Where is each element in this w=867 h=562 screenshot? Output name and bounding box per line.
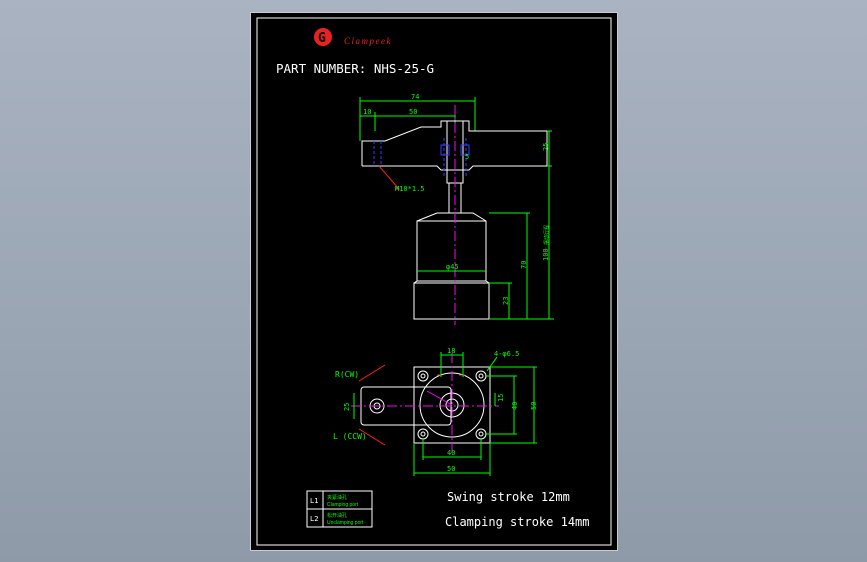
drawing-sheet: G Clampeek PART NUMBER: NHS-25-G 74 10 5… bbox=[250, 12, 618, 551]
dim-dia45: φ45 bbox=[446, 263, 459, 271]
dim-40-horizontal: 40 bbox=[447, 449, 455, 457]
dim-50: 50 bbox=[409, 108, 417, 116]
logo-mark: G bbox=[318, 31, 326, 46]
dim-18: 18 bbox=[447, 347, 455, 355]
dim-23: 23 bbox=[502, 297, 510, 305]
drawing-canvas: G Clampeek PART NUMBER: NHS-25-G 74 10 5… bbox=[256, 17, 612, 546]
dim-thread: M10*1.5 bbox=[395, 185, 425, 193]
legend-cn-2: 松开油孔 bbox=[327, 512, 347, 519]
dim-25-left: 25 bbox=[343, 403, 351, 411]
legend-cn-1: 夹紧油孔 bbox=[327, 494, 347, 501]
part-number-title: PART NUMBER: NHS-25-G bbox=[276, 61, 434, 76]
logo: G Clampeek bbox=[314, 28, 392, 46]
dim-40-vertical: 40 bbox=[511, 402, 519, 410]
rotation-cw-label: R(CW) bbox=[335, 370, 359, 379]
dim-15: 15 bbox=[497, 394, 505, 402]
dim-5: 5 bbox=[465, 153, 469, 161]
legend-en-2: Unclamping port bbox=[327, 520, 364, 526]
dim-100-note: 摆动行程 bbox=[543, 225, 550, 245]
dim-70: 70 bbox=[520, 261, 528, 269]
dim-10: 10 bbox=[363, 108, 371, 116]
logo-text: Clampeek bbox=[344, 36, 392, 46]
top-view bbox=[351, 352, 537, 476]
port-legend: L1 夹紧油孔 Clamping port L2 松开油孔 Unclamping… bbox=[306, 490, 373, 528]
legend-en-1: Clamping port bbox=[327, 502, 359, 508]
swing-stroke-note: Swing stroke 12mm bbox=[447, 490, 570, 504]
rotation-ccw-label: L (CCW) bbox=[333, 432, 367, 441]
dim-100: 100 bbox=[542, 248, 550, 261]
legend-code-2: L2 bbox=[310, 515, 318, 523]
side-view bbox=[359, 97, 554, 325]
dim-25: 25 bbox=[542, 143, 550, 151]
legend-code-1: L1 bbox=[310, 497, 318, 505]
clamping-stroke-note: Clamping stroke 14mm bbox=[445, 515, 590, 529]
dim-74: 74 bbox=[411, 93, 419, 101]
top-view-dimensions: 18 4-φ6.5 15 40 50 25 40 50 R(CW) L (CCW… bbox=[333, 347, 538, 473]
dim-50-vertical: 50 bbox=[530, 402, 538, 410]
dim-holes: 4-φ6.5 bbox=[494, 350, 519, 358]
dim-50-horizontal: 50 bbox=[447, 465, 455, 473]
side-view-dimensions: 74 10 50 5 M10*1.5 φ45 25 100 摆动行程 70 23 bbox=[363, 93, 550, 305]
